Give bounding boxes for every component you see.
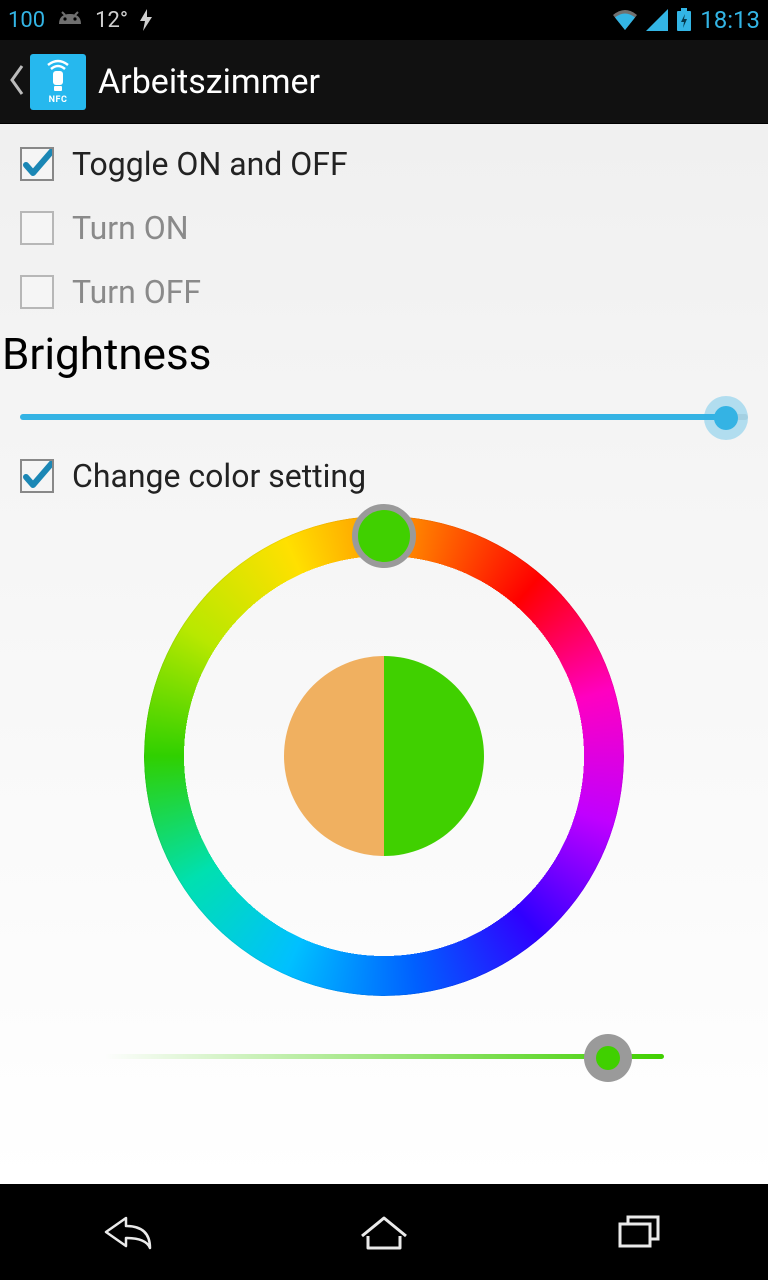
status-right: 18:13 — [612, 6, 760, 34]
brightness-thumb[interactable] — [704, 396, 748, 440]
nav-home-button[interactable] — [336, 1200, 432, 1264]
brightness-slider[interactable] — [0, 386, 768, 446]
clock-text: 18:13 — [700, 6, 760, 34]
row-turn-off[interactable]: Turn OFF — [0, 260, 768, 324]
cell-signal-icon — [646, 9, 668, 31]
color-ring-thumb[interactable] — [352, 504, 416, 568]
checkbox-turn-off[interactable] — [20, 275, 54, 309]
nav-bar — [0, 1184, 768, 1280]
temperature-text: 12° — [95, 8, 128, 33]
color-preview — [284, 656, 484, 856]
nav-recents-button[interactable] — [592, 1200, 688, 1264]
saturation-slider[interactable] — [104, 1026, 664, 1086]
checkbox-change-color[interactable] — [20, 459, 54, 493]
row-toggle-on-off[interactable]: Toggle ON and OFF — [0, 132, 768, 196]
label-change-color: Change color setting — [72, 457, 366, 495]
label-toggle: Toggle ON and OFF — [72, 145, 348, 183]
label-turn-off: Turn OFF — [72, 273, 201, 311]
status-left: 100 12° — [8, 8, 154, 33]
wifi-icon — [612, 9, 638, 31]
row-turn-on[interactable]: Turn ON — [0, 196, 768, 260]
battery-charging-icon — [676, 8, 692, 32]
content: Toggle ON and OFF Turn ON Turn OFF Brigh… — [0, 124, 768, 1184]
app-icon-text: NFC — [49, 95, 68, 105]
color-wheel[interactable] — [144, 516, 624, 996]
back-icon[interactable] — [8, 64, 26, 100]
app-icon[interactable]: NFC — [30, 54, 86, 110]
nav-back-button[interactable] — [80, 1200, 176, 1264]
saturation-thumb[interactable] — [584, 1034, 632, 1082]
status-bar: 100 12° 18:13 — [0, 0, 768, 40]
row-change-color[interactable]: Change color setting — [0, 446, 768, 506]
bolt-icon — [138, 9, 154, 31]
saturation-track — [104, 1054, 664, 1059]
battery-percent-text: 100 — [8, 8, 45, 33]
checkbox-toggle[interactable] — [20, 147, 54, 181]
color-preview-old — [284, 656, 384, 856]
brightness-track-fill — [20, 414, 726, 420]
page-title: Arbeitszimmer — [98, 62, 320, 102]
label-turn-on: Turn ON — [72, 209, 189, 247]
checkbox-turn-on[interactable] — [20, 211, 54, 245]
color-wheel-area — [0, 506, 768, 1184]
color-preview-new — [384, 656, 484, 856]
action-bar: NFC Arbeitszimmer — [0, 40, 768, 124]
brightness-label: Brightness — [0, 324, 768, 386]
android-debug-icon — [55, 10, 85, 30]
